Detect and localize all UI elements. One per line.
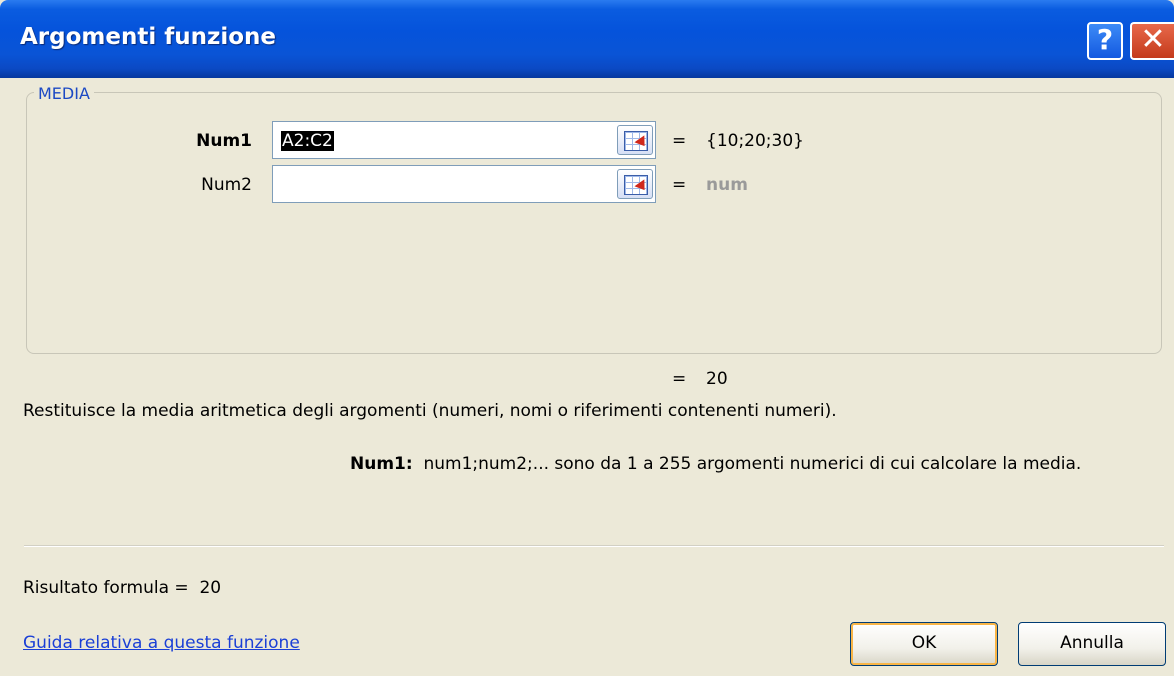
num2-equals: = bbox=[672, 175, 687, 195]
function-result-equals: = bbox=[672, 369, 687, 389]
function-help-link[interactable]: Guida relativa a questa funzione bbox=[23, 633, 300, 653]
arg-label-num1: Num1 bbox=[196, 131, 252, 151]
ok-button[interactable]: OK bbox=[850, 622, 998, 666]
arg-help-name: Num1: bbox=[350, 454, 413, 474]
range-picker-icon[interactable] bbox=[617, 169, 653, 199]
formula-result: Risultato formula = 20 bbox=[23, 578, 221, 598]
range-picker-icon[interactable] bbox=[617, 125, 653, 155]
num1-result: {10;20;30} bbox=[706, 131, 804, 151]
title-bar[interactable]: Argomenti funzione ? ✕ bbox=[0, 0, 1174, 78]
num1-value: A2:C2 bbox=[281, 131, 334, 151]
divider bbox=[24, 545, 1164, 547]
num1-input[interactable]: A2:C2 bbox=[272, 121, 656, 159]
num2-input[interactable] bbox=[272, 165, 656, 203]
arg-help-text: num1;num2;... sono da 1 a 255 argomenti … bbox=[423, 454, 1082, 474]
arg-help: Num1: num1;num2;... sono da 1 a 255 argo… bbox=[350, 454, 1081, 474]
arg-label-num2: Num2 bbox=[201, 175, 252, 195]
function-description: Restituisce la media aritmetica degli ar… bbox=[23, 401, 837, 421]
num1-equals: = bbox=[672, 131, 687, 151]
dialog-title: Argomenti funzione bbox=[20, 24, 277, 50]
help-button[interactable]: ? bbox=[1087, 22, 1123, 60]
formula-result-value: 20 bbox=[199, 578, 222, 598]
function-result-value: 20 bbox=[706, 369, 728, 389]
close-button[interactable]: ✕ bbox=[1130, 22, 1174, 60]
function-name-label: MEDIA bbox=[34, 84, 94, 103]
formula-result-label: Risultato formula = bbox=[23, 578, 189, 598]
cancel-button[interactable]: Annulla bbox=[1018, 622, 1166, 666]
num2-result: num bbox=[706, 175, 748, 195]
